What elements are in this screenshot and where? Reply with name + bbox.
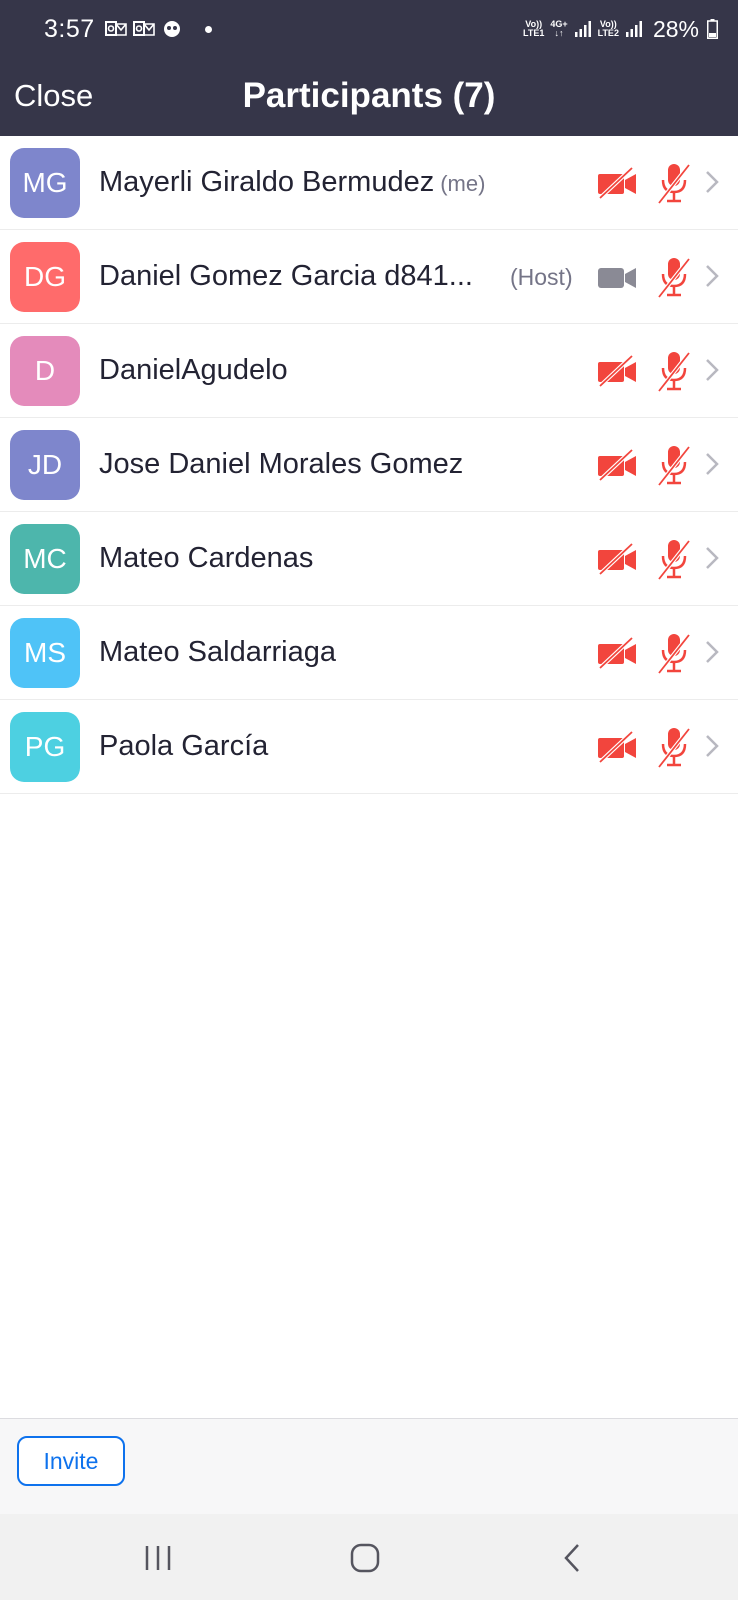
avatar: JD <box>10 430 80 500</box>
status-indicators: Vo)) LTE1 4G+ ↓↑ Vo)) LTE2 28% <box>523 16 718 43</box>
mic-muted-icon[interactable] <box>656 537 692 581</box>
participant-name: Mayerli Giraldo Bermudez (me) <box>99 166 486 198</box>
video-off-icon[interactable] <box>596 448 638 482</box>
mic-muted-icon[interactable] <box>656 631 692 675</box>
battery-percent: 28% <box>652 15 699 42</box>
avatar: MC <box>10 524 80 594</box>
status-time: 3:57 <box>44 14 95 43</box>
bottom-action-bar: Invite <box>0 1418 738 1514</box>
chevron-right-icon[interactable] <box>704 733 720 759</box>
page-title: Participants (7) <box>242 76 496 115</box>
avatar: D <box>10 336 80 406</box>
participant-name: Daniel Gomez Garcia d841... <box>99 260 473 292</box>
host-tag: (Host) <box>510 264 573 290</box>
messenger-icon <box>163 21 180 37</box>
participant-name: Mateo Saldarriaga <box>99 636 336 668</box>
avatar: PG <box>10 712 80 782</box>
video-off-icon[interactable] <box>596 354 638 388</box>
avatar: MG <box>10 148 80 218</box>
outlook-icon <box>104 21 127 36</box>
participant-row[interactable]: DG Daniel Gomez Garcia d841... (Host) <box>0 230 738 324</box>
participant-list: MG Mayerli Giraldo Bermudez (me) DG Danie… <box>0 136 738 794</box>
participant-name: Paola García <box>99 730 269 762</box>
chevron-right-icon[interactable] <box>704 451 720 477</box>
video-on-icon[interactable] <box>596 260 638 294</box>
participant-name: Jose Daniel Morales Gomez <box>99 448 464 480</box>
header: Close Participants (7) <box>0 58 738 136</box>
notification-dot <box>204 25 212 33</box>
volte1-label: Vo)) LTE1 <box>523 19 545 38</box>
recent-apps-icon[interactable] <box>143 1544 173 1572</box>
participant-row[interactable]: MS Mateo Saldarriaga <box>0 606 738 700</box>
avatar: MS <box>10 618 80 688</box>
participant-name: DanielAgudelo <box>99 354 288 386</box>
mic-muted-icon[interactable] <box>656 725 692 769</box>
participant-row[interactable]: MC Mateo Cardenas <box>0 512 738 606</box>
mic-muted-icon[interactable] <box>656 349 692 393</box>
invite-button[interactable]: Invite <box>17 1436 125 1486</box>
mic-muted-icon[interactable] <box>656 161 692 205</box>
participant-row[interactable]: JD Jose Daniel Morales Gomez <box>0 418 738 512</box>
system-nav-bar <box>0 1514 738 1600</box>
avatar: DG <box>10 242 80 312</box>
chevron-right-icon[interactable] <box>704 545 720 571</box>
home-icon[interactable] <box>350 1543 380 1573</box>
chevron-right-icon[interactable] <box>704 263 720 289</box>
outlook-icon <box>132 21 155 36</box>
participant-name: Mateo Cardenas <box>99 542 314 574</box>
notification-icons <box>104 20 212 38</box>
chevron-right-icon[interactable] <box>704 639 720 665</box>
video-off-icon[interactable] <box>596 636 638 670</box>
video-off-icon[interactable] <box>596 166 638 200</box>
mic-muted-icon[interactable] <box>656 255 692 299</box>
participant-row[interactable]: D DanielAgudelo <box>0 324 738 418</box>
video-off-icon[interactable] <box>596 730 638 764</box>
participant-row[interactable]: MG Mayerli Giraldo Bermudez (me) <box>0 136 738 230</box>
back-icon[interactable] <box>562 1542 582 1574</box>
volte2-label: Vo)) LTE2 <box>597 19 619 38</box>
participant-row[interactable]: PG Paola García <box>0 700 738 794</box>
signal-icon <box>625 21 642 37</box>
chevron-right-icon[interactable] <box>704 357 720 383</box>
chevron-right-icon[interactable] <box>704 169 720 195</box>
4g-label: 4G+ ↓↑ <box>550 19 568 38</box>
battery-icon <box>707 19 718 39</box>
me-tag: (me) <box>440 171 486 196</box>
status-bar: 3:57 Vo)) LTE1 4G+ ↓↑ Vo)) LTE2 28% <box>0 0 738 58</box>
video-off-icon[interactable] <box>596 542 638 576</box>
signal-icon <box>574 21 591 37</box>
mic-muted-icon[interactable] <box>656 443 692 487</box>
